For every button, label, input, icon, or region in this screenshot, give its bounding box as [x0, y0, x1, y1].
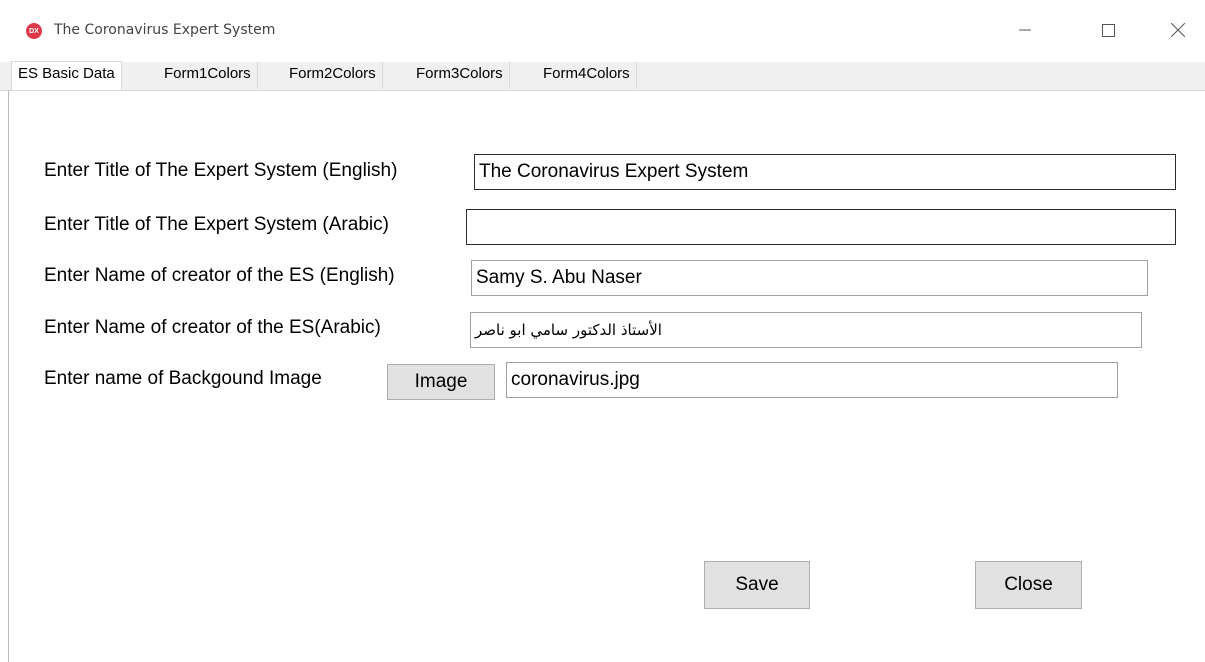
creator-arabic-input[interactable]: الأستاذ الدكتور سامي ابو ناصر: [470, 312, 1142, 348]
tab-label: Form1Colors: [164, 65, 251, 82]
app-icon-text: DX: [29, 27, 39, 35]
creator-english-input[interactable]: Samy S. Abu Naser: [471, 260, 1148, 296]
tab-es-basic-data[interactable]: ES Basic Data: [11, 61, 122, 90]
close-button[interactable]: Close: [975, 561, 1082, 609]
title-english-label: Enter Title of The Expert System (Englis…: [44, 160, 398, 181]
tab-label: Form2Colors: [289, 65, 376, 82]
panel-left-border: [8, 90, 9, 662]
creator-arabic-label: Enter Name of creator of the ES(Arabic): [44, 317, 381, 338]
minimize-button[interactable]: [1002, 10, 1048, 50]
title-arabic-label: Enter Title of The Expert System (Arabic…: [44, 214, 389, 235]
maximize-icon: [1101, 23, 1115, 37]
image-browse-button[interactable]: Image: [387, 364, 495, 400]
save-button[interactable]: Save: [704, 561, 810, 609]
title-arabic-input[interactable]: [466, 209, 1176, 245]
tab-label: Form3Colors: [416, 65, 503, 82]
window-title: The Coronavirus Expert System: [54, 22, 276, 38]
title-english-input[interactable]: The Coronavirus Expert System: [474, 154, 1176, 190]
tab-form4colors[interactable]: Form4Colors: [537, 62, 637, 89]
background-image-label: Enter name of Backgound Image: [44, 368, 322, 389]
maximize-button[interactable]: [1085, 10, 1131, 50]
minimize-icon: [1019, 29, 1031, 31]
tab-form2colors[interactable]: Form2Colors: [283, 62, 383, 89]
close-window-button[interactable]: [1155, 10, 1201, 50]
creator-arabic-value: الأستاذ الدكتور سامي ابو ناصر: [475, 321, 662, 339]
tab-form1colors[interactable]: Form1Colors: [158, 62, 258, 89]
background-image-input[interactable]: coronavirus.jpg: [506, 362, 1118, 398]
creator-english-label: Enter Name of creator of the ES (English…: [44, 265, 395, 286]
tab-form3colors[interactable]: Form3Colors: [410, 62, 510, 89]
tab-label: Form4Colors: [543, 65, 630, 82]
tab-label: ES Basic Data: [18, 65, 115, 82]
app-icon: DX: [26, 23, 42, 39]
close-icon: [1171, 23, 1185, 37]
